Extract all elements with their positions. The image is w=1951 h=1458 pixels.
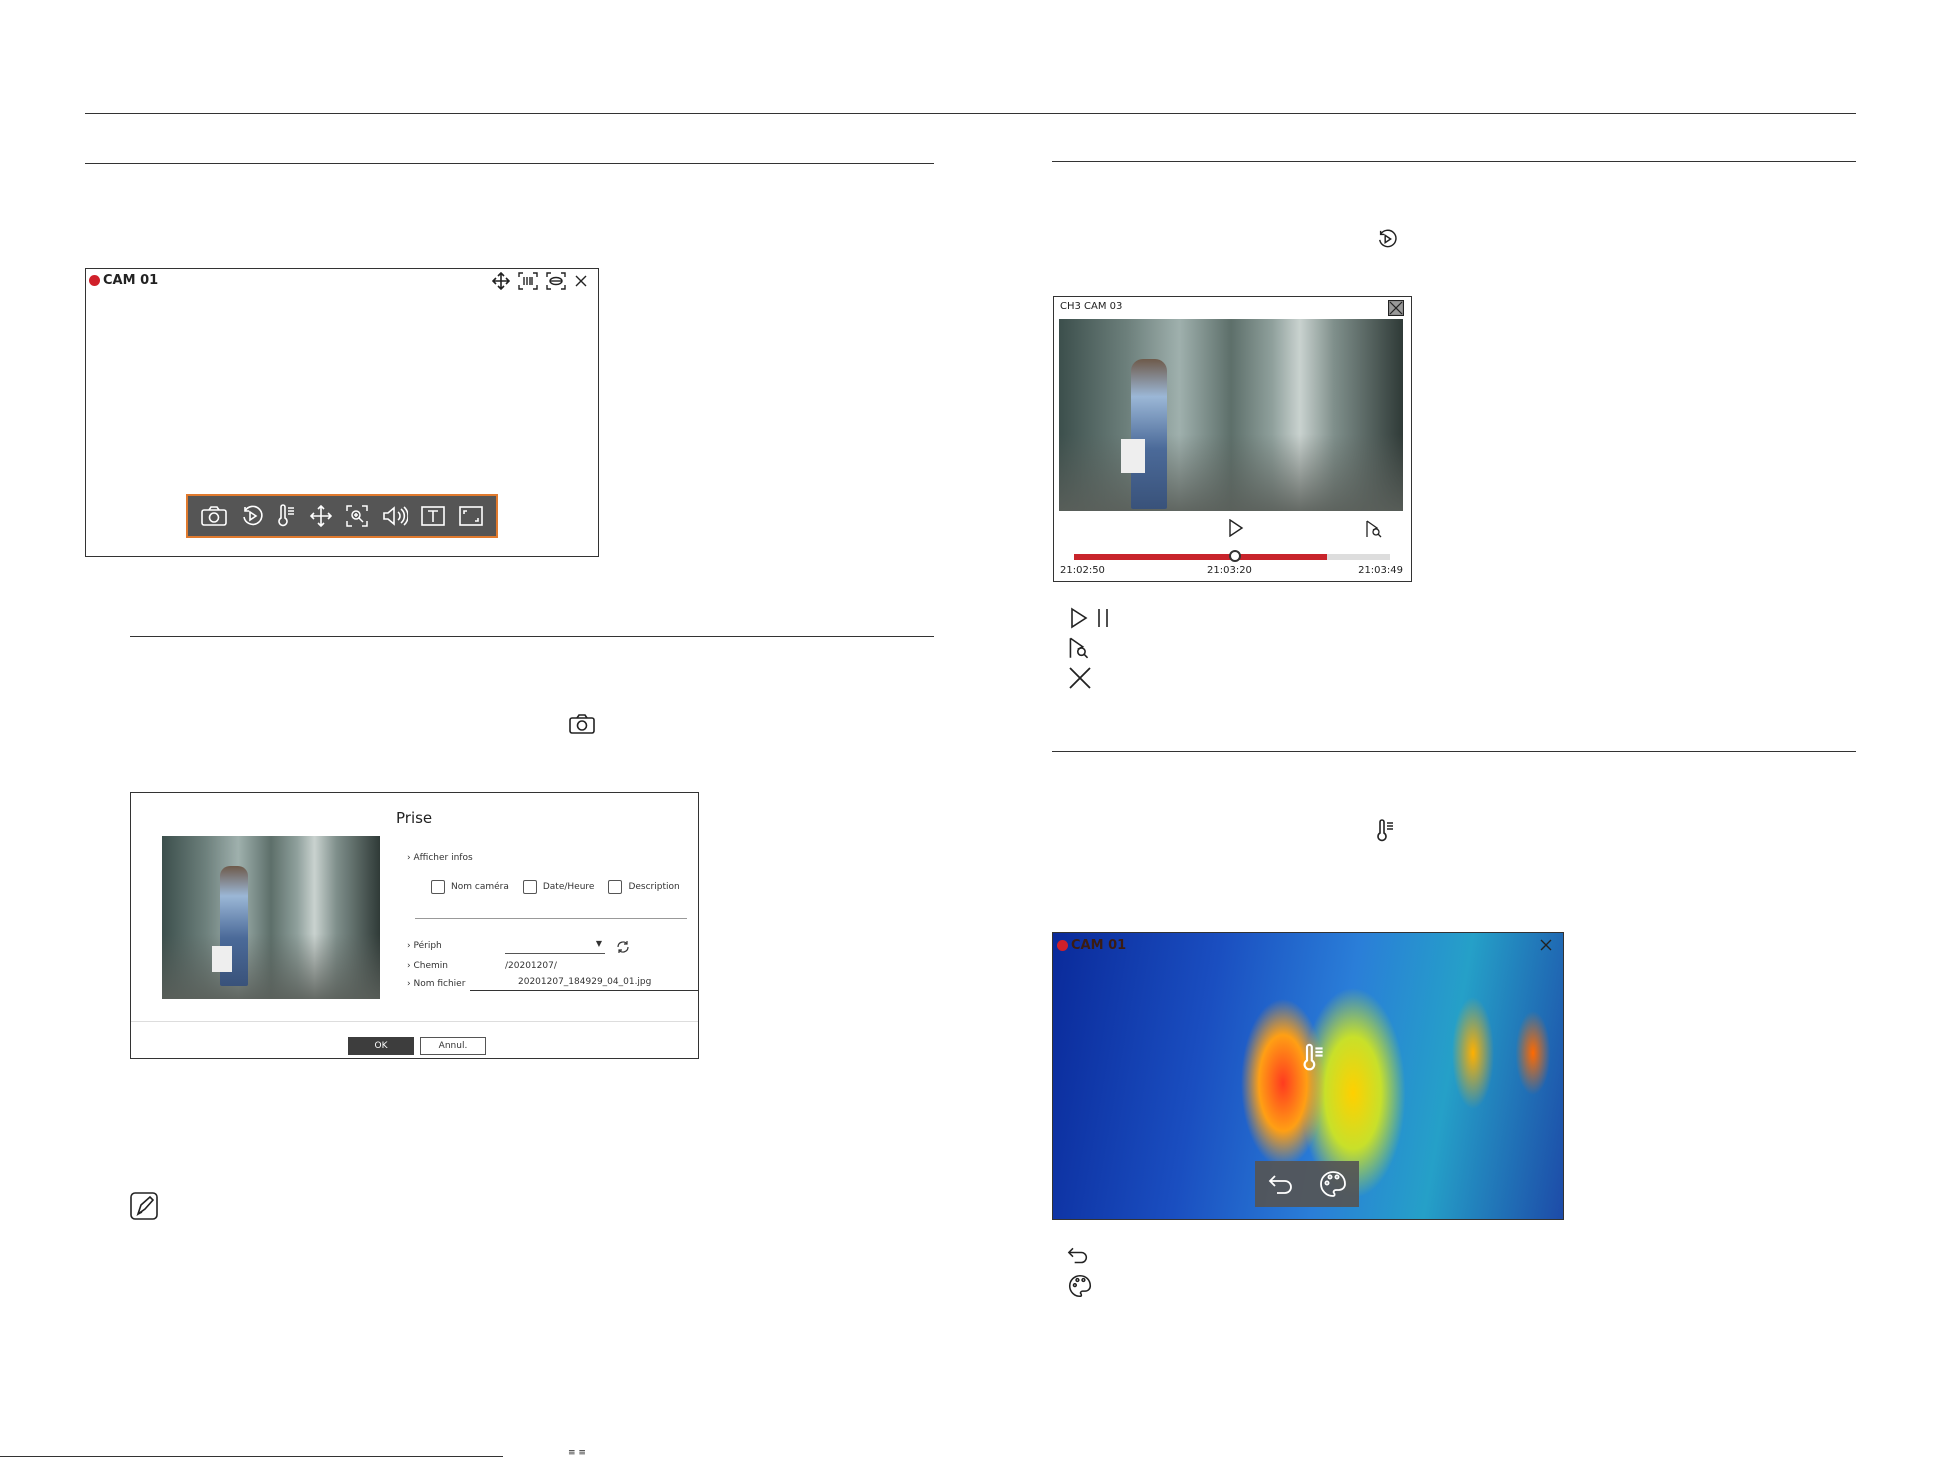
info-checkboxes: Nom caméra Date/Heure Description: [431, 880, 680, 894]
checkbox-box[interactable]: [431, 880, 445, 894]
section-rule-playback: [1052, 161, 1856, 162]
dialog-footer-rule: [131, 1021, 698, 1022]
header-icons: [492, 272, 588, 290]
checkbox-date-time[interactable]: Date/Heure: [522, 880, 594, 894]
fisheye-icon[interactable]: [546, 272, 566, 290]
footer-text: ≡ ≡: [568, 1448, 586, 1458]
checkbox-box[interactable]: [522, 880, 537, 894]
move-icon[interactable]: [492, 272, 510, 290]
progress-knob[interactable]: [1229, 550, 1242, 562]
record-indicator-icon: [89, 275, 100, 286]
camera-name: CAM 01: [103, 273, 159, 288]
time-current: 21:03:20: [1207, 565, 1252, 576]
note-icon: [130, 1192, 158, 1220]
progress-fill: [1074, 554, 1327, 560]
ptz-move-icon[interactable]: [310, 505, 333, 527]
search-icon[interactable]: [1365, 520, 1383, 538]
dialog-title: Prise: [396, 809, 433, 827]
person-figure: [1131, 359, 1167, 509]
legend-back: [1066, 1245, 1090, 1265]
playback-title: CH3 CAM 03: [1060, 301, 1123, 312]
page-top-rule: [85, 113, 1856, 114]
camera-icon[interactable]: [201, 505, 227, 527]
instant-playback-icon: [1377, 229, 1397, 249]
device-select[interactable]: ▼: [505, 939, 605, 954]
dialog-divider: [415, 918, 687, 919]
time-end: 21:03:49: [1358, 565, 1403, 576]
device-label: › Périph: [407, 941, 442, 951]
legend-search: [1068, 637, 1090, 659]
shopping-bag: [212, 946, 232, 972]
playback-video: [1059, 319, 1403, 511]
instant-playback-icon[interactable]: [241, 505, 263, 527]
back-icon[interactable]: [1267, 1172, 1295, 1196]
search-icon: [1068, 637, 1090, 659]
thermometer-icon: [1375, 819, 1395, 843]
show-info-label: › Afficher infos: [407, 853, 473, 863]
section-rule-thermal: [1052, 751, 1856, 752]
palette-icon: [1068, 1274, 1092, 1298]
text-icon[interactable]: [421, 506, 446, 526]
path-label: › Chemin: [407, 961, 448, 971]
thermometer-icon[interactable]: [276, 504, 296, 528]
record-indicator-icon: [1057, 940, 1068, 951]
close-icon[interactable]: [1539, 938, 1553, 952]
close-icon[interactable]: [1388, 300, 1404, 316]
checkbox-box[interactable]: [608, 880, 623, 894]
palette-icon[interactable]: [1319, 1170, 1347, 1198]
filename-input[interactable]: 20201207_184929_04_01.jpg: [470, 977, 698, 991]
close-icon[interactable]: [574, 274, 588, 288]
capture-preview-image: [162, 836, 380, 999]
refresh-icon[interactable]: [616, 940, 630, 954]
zoom-frame-icon[interactable]: [518, 272, 538, 290]
legend-play-pause: [1069, 606, 1113, 630]
shopping-bag: [1121, 439, 1145, 473]
digital-zoom-icon[interactable]: [346, 505, 368, 527]
playback-panel: CH3 CAM 03 21:02:50 21:03:20 21:03:49: [1053, 296, 1412, 582]
progress-track[interactable]: [1074, 550, 1390, 562]
close-icon: [1068, 666, 1092, 690]
audio-icon[interactable]: [382, 505, 408, 527]
path-value: /20201207/: [505, 961, 557, 971]
thermometer-icon: [1301, 1043, 1325, 1073]
cancel-button[interactable]: Annul.: [420, 1037, 486, 1055]
section-rule-live: [85, 163, 934, 164]
fullscreen-icon[interactable]: [459, 506, 483, 526]
thermal-camera-panel[interactable]: CAM 01: [1052, 932, 1564, 1220]
capture-dialog: Prise › Afficher infos Nom caméra Date/H…: [130, 792, 699, 1059]
chevron-down-icon: ▼: [595, 939, 602, 948]
live-toolbar: [186, 494, 498, 538]
legend-close: [1068, 666, 1092, 690]
section-rule-capture: [130, 636, 934, 637]
camera-title: CAM 01: [1057, 938, 1126, 953]
thermal-toolbar: [1255, 1161, 1359, 1207]
play-icon[interactable]: [1228, 519, 1244, 537]
time-start: 21:02:50: [1060, 565, 1105, 576]
footer-rule: [0, 1456, 503, 1457]
back-icon: [1066, 1245, 1090, 1265]
camera-icon: [569, 713, 595, 735]
checkbox-description[interactable]: Description: [608, 880, 680, 894]
live-camera-panel[interactable]: CAM 01: [85, 268, 599, 557]
legend-palette: [1068, 1274, 1092, 1298]
camera-name: CAM 01: [1071, 938, 1127, 953]
play-pause-icon: [1069, 606, 1113, 630]
ok-button[interactable]: OK: [348, 1037, 414, 1055]
camera-title: CAM 01: [89, 273, 158, 288]
checkbox-camera-name[interactable]: Nom caméra: [431, 880, 509, 894]
filename-label: › Nom fichier: [407, 979, 466, 989]
